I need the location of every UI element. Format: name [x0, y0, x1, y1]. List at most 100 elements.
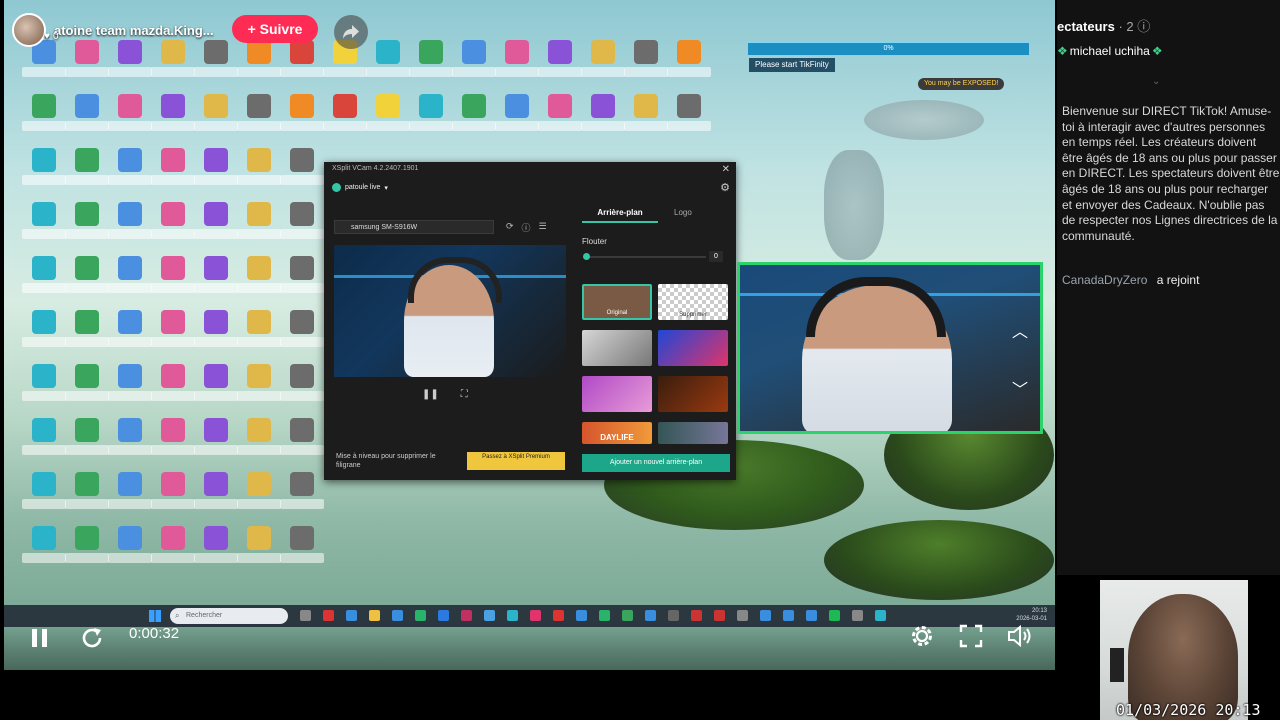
taskbar-app-icon[interactable]	[576, 610, 587, 621]
shortcut-glyph	[161, 364, 185, 388]
shortcut-label	[108, 553, 152, 563]
share-button[interactable]	[334, 15, 368, 49]
xsplit-profile[interactable]: patoule live ▾	[332, 183, 388, 192]
shortcut-label	[151, 229, 195, 239]
taskbar-app-icon[interactable]	[645, 610, 656, 621]
bg-thumb-original[interactable]: Original	[582, 284, 652, 320]
bg-thumb-remove[interactable]: Supprimer	[658, 284, 728, 320]
desktop-shortcut-icon	[280, 148, 324, 194]
share-arrow-icon	[343, 25, 359, 39]
taskbar-app-icon[interactable]	[829, 610, 840, 621]
desktop-shortcut-icon	[22, 310, 66, 356]
taskbar-app-icon[interactable]	[415, 610, 426, 621]
chevron-up-icon[interactable]: ︿	[1012, 318, 1028, 342]
taskbar-app-icon[interactable]	[484, 610, 495, 621]
chevron-down-icon[interactable]: ﹀	[1012, 376, 1028, 400]
top-viewer-row[interactable]: ❖ michael uchiha ❖	[1057, 44, 1163, 58]
taskbar-app-icon[interactable]	[507, 610, 518, 621]
info-icon[interactable]: ⓘ	[522, 221, 531, 234]
blur-slider[interactable]	[583, 253, 706, 260]
desktop-shortcut-icon	[151, 526, 195, 572]
shortcut-glyph	[161, 310, 185, 334]
tab-background[interactable]: Arrière-plan	[582, 208, 658, 223]
tab-logo[interactable]: Logo	[674, 208, 692, 217]
desktop-shortcut-icon	[65, 418, 109, 464]
taskbar-app-icon[interactable]	[806, 610, 817, 621]
taskbar-app-icon[interactable]	[346, 610, 357, 621]
close-icon[interactable]: ✕	[722, 164, 730, 175]
taskbar-app-icon[interactable]	[852, 610, 863, 621]
sliders-icon[interactable]: ☰	[539, 221, 547, 234]
chevron-down-icon[interactable]: ⌄	[1152, 76, 1160, 87]
follow-button[interactable]: + Suivre	[232, 15, 318, 43]
shortcut-glyph	[204, 148, 228, 172]
settings-button[interactable]	[908, 622, 936, 650]
desktop-shortcut-icon	[280, 256, 324, 302]
slider-knob[interactable]	[583, 253, 590, 260]
bg-thumb-game[interactable]	[658, 376, 728, 412]
join-user[interactable]: CanadaDryZero	[1062, 273, 1147, 287]
shortcut-label	[237, 121, 281, 131]
shortcut-glyph	[161, 256, 185, 280]
info-icon[interactable]: ⓘ	[1137, 19, 1150, 34]
taskbar-app-icon[interactable]	[875, 610, 886, 621]
shortcut-glyph	[247, 472, 271, 496]
desktop-shortcut-icon	[237, 310, 281, 356]
taskbar-app-icon[interactable]	[392, 610, 403, 621]
capture-icon[interactable]: ⛶	[461, 389, 468, 400]
bg-thumb-pink[interactable]	[582, 376, 652, 412]
taskbar-app-icon[interactable]	[369, 610, 380, 621]
stream-video[interactable]: 0% Please start TikFinity You may be EXP…	[4, 0, 1055, 670]
taskbar-app-icon[interactable]	[553, 610, 564, 621]
desktop-shortcut-icon	[65, 148, 109, 194]
shortcut-glyph	[290, 472, 314, 496]
taskbar-app-icon[interactable]	[530, 610, 541, 621]
bg-thumb-city[interactable]	[658, 422, 728, 444]
pause-button[interactable]	[28, 626, 52, 650]
replay-button[interactable]	[78, 624, 106, 652]
device-select[interactable]: samsung SM-S916W	[334, 220, 494, 234]
shortcut-label	[581, 67, 625, 77]
shortcut-glyph	[247, 40, 271, 64]
streamer-name[interactable]: atoine team mazda.King...	[54, 23, 214, 38]
tikfinity-message: Please start TikFinity	[749, 58, 835, 72]
taskbar-app-icon[interactable]	[668, 610, 679, 621]
taskbar-app-icon[interactable]	[599, 610, 610, 621]
shortcut-glyph	[247, 148, 271, 172]
fullscreen-button[interactable]	[958, 623, 984, 649]
shortcut-label	[22, 391, 66, 401]
refresh-icon[interactable]: ⟳	[506, 221, 514, 234]
taskbar-app-icon[interactable]	[714, 610, 725, 621]
shortcut-label	[280, 391, 324, 401]
taskbar-app-icon[interactable]	[438, 610, 449, 621]
viewers-header[interactable]: ectateurs · 2 ⓘ	[1057, 16, 1150, 35]
taskbar-app-icon[interactable]	[461, 610, 472, 621]
streamer-avatar[interactable]	[12, 13, 46, 47]
gear-icon[interactable]: ⚙	[720, 181, 730, 194]
windows-start-icon[interactable]	[149, 610, 161, 622]
bg-thumb-daylife[interactable]: DAYLIFE	[582, 422, 652, 444]
shortcut-glyph	[290, 310, 314, 334]
pause-icon[interactable]: ❚❚	[422, 389, 439, 400]
webcam-feed	[1100, 580, 1248, 720]
taskbar-app-icon[interactable]	[622, 610, 633, 621]
bg-thumb-room[interactable]	[582, 330, 652, 366]
shortcut-label	[280, 283, 324, 293]
shortcut-label	[22, 67, 66, 77]
taskbar-app-icon[interactable]	[760, 610, 771, 621]
upgrade-button[interactable]: Passez à XSplit Premium	[467, 452, 565, 470]
shortcut-label	[237, 283, 281, 293]
bg-thumb-neon[interactable]	[658, 330, 728, 366]
taskbar-app-icon[interactable]	[737, 610, 748, 621]
taskbar-app-icon[interactable]	[691, 610, 702, 621]
xsplit-vcam-window: XSplit VCam 4.2.2407.1901 ✕ patoule live…	[324, 162, 736, 480]
taskbar-app-icon[interactable]	[783, 610, 794, 621]
blur-value[interactable]: 0	[709, 251, 723, 262]
like-count-row: ♥ 0	[44, 31, 59, 42]
shortcut-label	[65, 175, 109, 185]
volume-button[interactable]	[1006, 623, 1034, 649]
shortcut-glyph	[290, 256, 314, 280]
taskbar-app-icon[interactable]	[300, 610, 311, 621]
add-background-button[interactable]: Ajouter un nouvel arrière-plan	[582, 454, 730, 472]
taskbar-app-icon[interactable]	[323, 610, 334, 621]
